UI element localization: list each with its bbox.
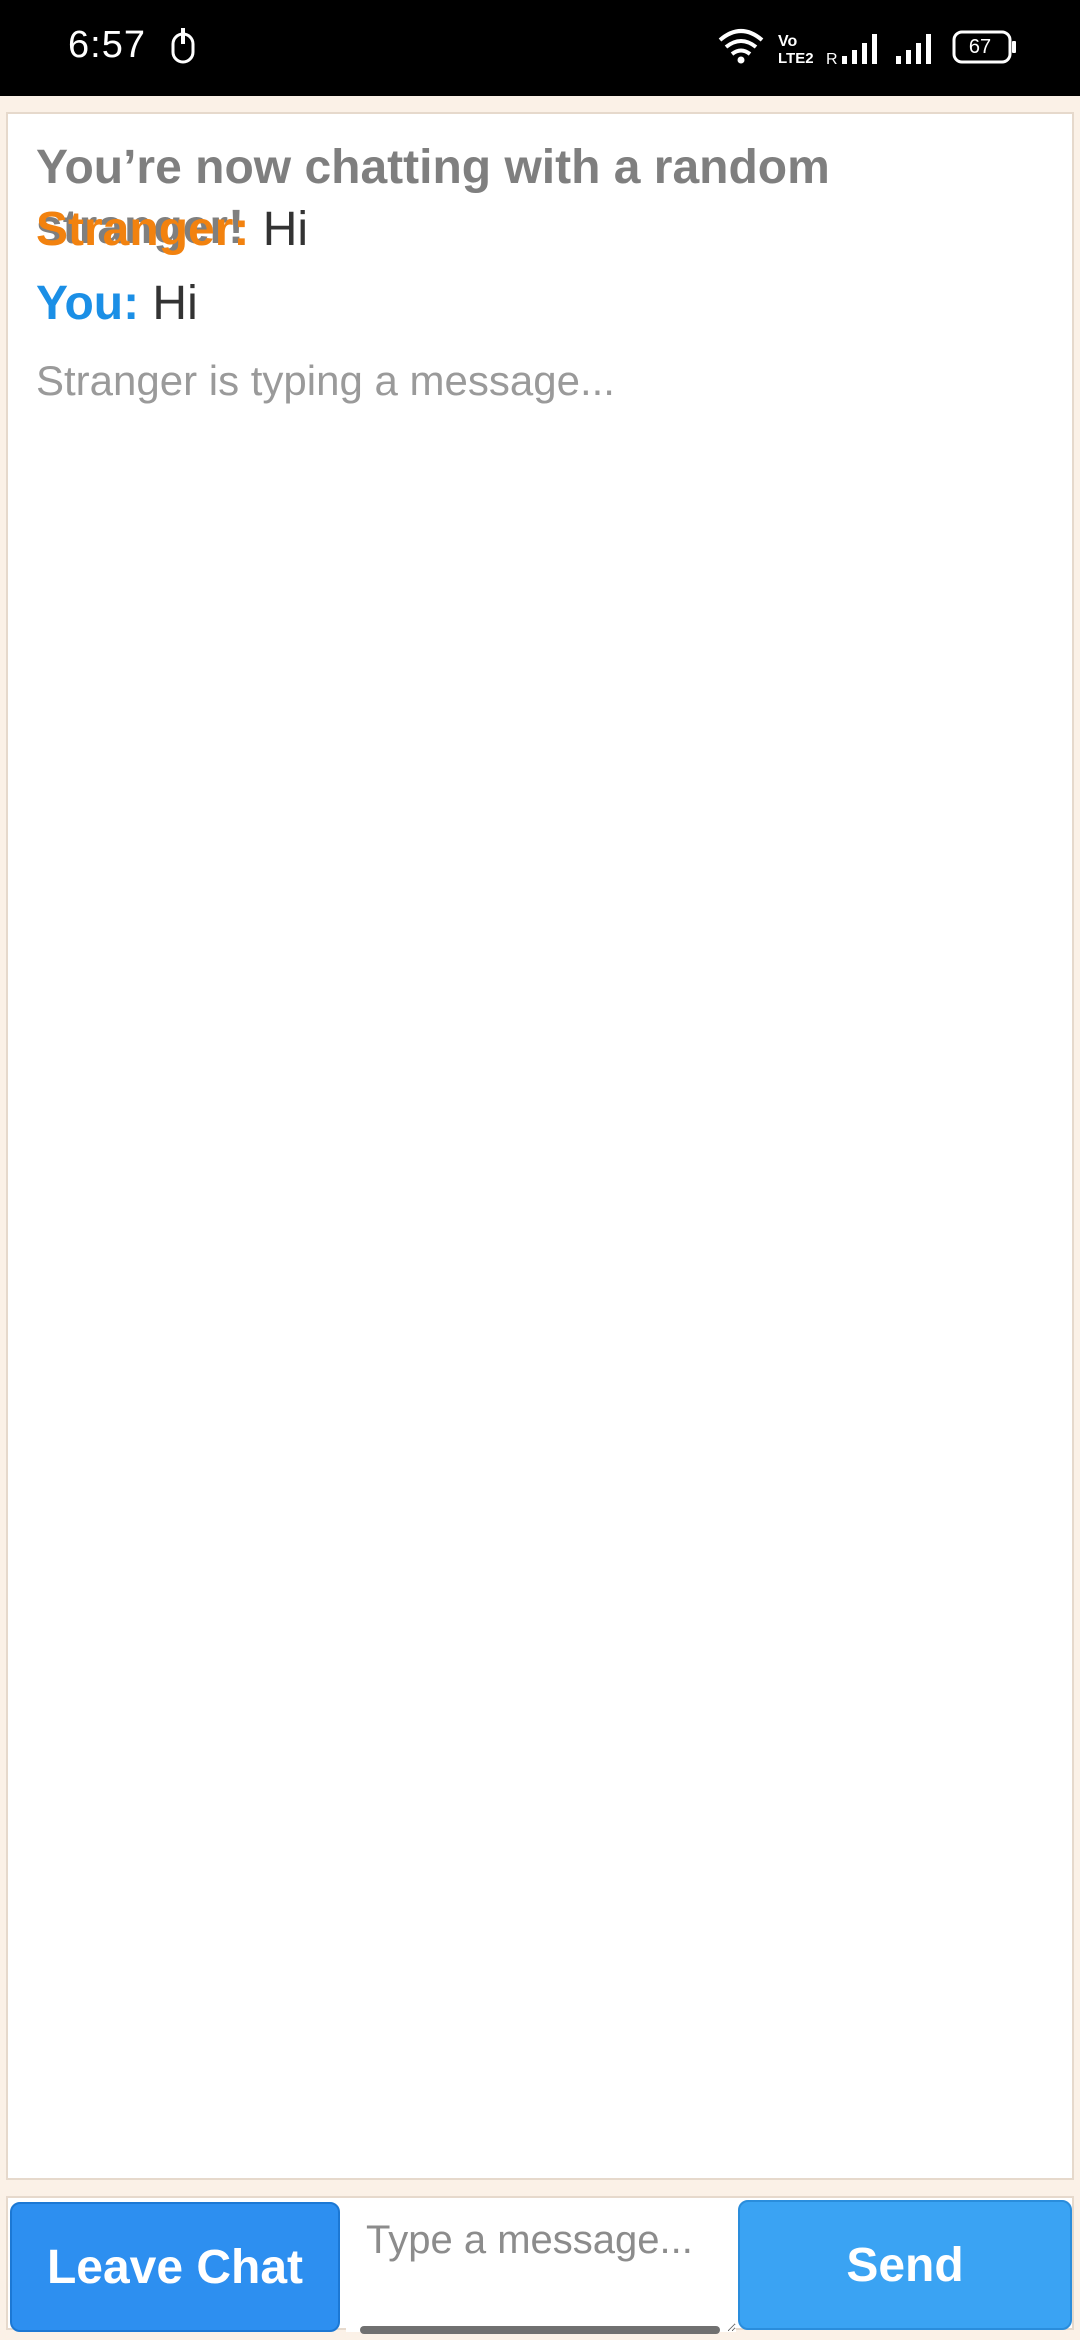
volte-lte2-icon: Vo LTE2	[776, 30, 816, 71]
bottom-controls: Leave Chat Send	[0, 2192, 1080, 2340]
message-you: You: Hi	[36, 274, 198, 334]
sender-stranger: Stranger:	[36, 203, 250, 256]
chat-log[interactable]: You’re now chatting with a random strang…	[6, 112, 1074, 2180]
sender-you: You:	[36, 277, 140, 330]
message-text: Hi	[152, 277, 198, 330]
message-stranger: Stranger: Hi	[36, 200, 308, 260]
status-bar: 6:57 Vo LTE2 R 67	[0, 0, 1080, 96]
message-input[interactable]	[346, 2202, 736, 2332]
message-text: Hi	[262, 203, 309, 256]
svg-text:R: R	[826, 51, 838, 66]
status-time: 6:57	[68, 24, 146, 66]
battery-level: 67	[968, 36, 992, 58]
svg-text:Vo: Vo	[778, 33, 797, 50]
signal-roaming-icon: R	[826, 30, 884, 71]
send-button[interactable]: Send	[738, 2200, 1072, 2330]
svg-text:LTE2: LTE2	[778, 50, 814, 66]
leave-chat-button[interactable]: Leave Chat	[10, 2202, 340, 2332]
signal-icon	[892, 30, 936, 71]
typing-indicator: Stranger is typing a message...	[36, 357, 615, 404]
home-indicator[interactable]	[360, 2326, 720, 2334]
screen-record-icon	[170, 28, 196, 71]
wifi-icon	[718, 28, 764, 69]
